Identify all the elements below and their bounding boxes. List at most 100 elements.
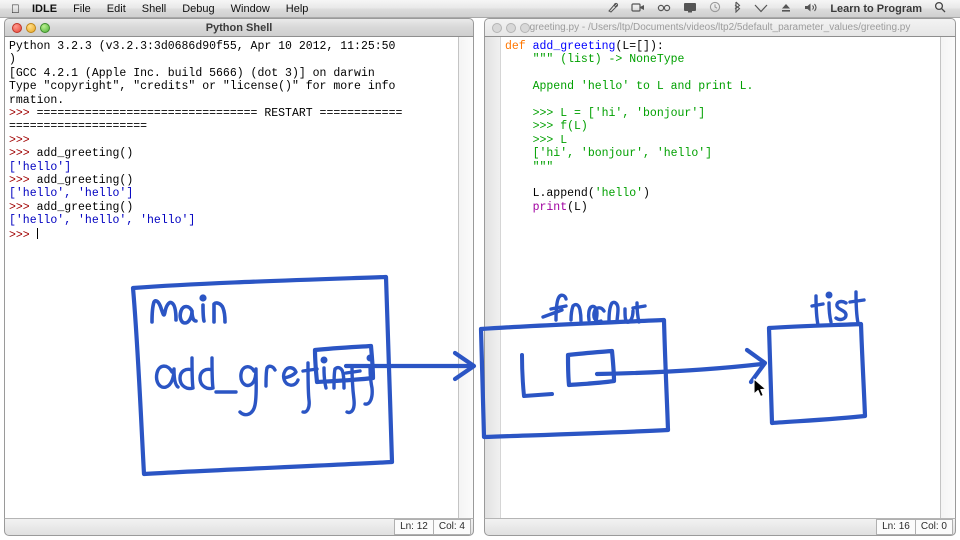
code-line: [GCC 4.2.1 (Apple Inc. build 5666) (dot … bbox=[9, 67, 458, 80]
menu-item-help[interactable]: Help bbox=[278, 3, 317, 15]
code-run: Python 3.2.3 (v3.2.3:3d0686d90f55, Apr 1… bbox=[9, 40, 396, 53]
close-button[interactable] bbox=[12, 22, 22, 33]
code-run: ================================ RESTART… bbox=[36, 107, 403, 121]
code-line: >>> bbox=[9, 227, 458, 242]
code-line: ['hello', 'hello'] bbox=[9, 187, 458, 200]
eject-icon[interactable] bbox=[774, 2, 798, 16]
code-run: ==================== bbox=[9, 120, 148, 134]
code-run: add_greeting() bbox=[36, 147, 134, 161]
menu-item-idle[interactable]: IDLE bbox=[24, 3, 65, 15]
editor-window-controls[interactable] bbox=[492, 22, 530, 33]
code-run: """ (list) -> NoneType bbox=[505, 53, 685, 67]
code-run: add_greeting bbox=[532, 40, 616, 53]
code-line: >>> f(L) bbox=[505, 120, 940, 133]
code-run: Type "copyright", "credits" or "license(… bbox=[9, 80, 396, 94]
minimize-button[interactable] bbox=[26, 22, 36, 33]
shell-col-label: Col: 4 bbox=[432, 519, 471, 535]
code-run: >>> L = ['hi', 'bonjour'] bbox=[505, 107, 706, 121]
code-run: """ bbox=[505, 160, 554, 174]
volume-icon[interactable] bbox=[798, 2, 824, 16]
code-line: L.append('hello') bbox=[505, 187, 940, 200]
editor-window[interactable]: greeting.py - /Users/ltp/Documents/video… bbox=[484, 18, 956, 536]
shell-ln-label: Ln: 12 bbox=[394, 519, 434, 535]
editor-line-col-indicator: Ln: 16 Col: 0 bbox=[876, 519, 953, 535]
shell-body: Python 3.2.3 (v3.2.3:3d0686d90f55, Apr 1… bbox=[4, 37, 474, 518]
menu-item-debug[interactable]: Debug bbox=[174, 3, 222, 15]
code-run: rmation. bbox=[9, 93, 65, 107]
menu-bar-status-items: Learn to Program bbox=[601, 1, 960, 16]
code-line: ['hello'] bbox=[9, 161, 458, 174]
shell-titlebar[interactable]: Python Shell bbox=[4, 18, 474, 37]
code-line: >>> bbox=[9, 134, 458, 147]
editor-titlebar[interactable]: greeting.py - /Users/ltp/Documents/video… bbox=[484, 18, 956, 37]
editor-vertical-scrollbar[interactable] bbox=[940, 37, 955, 518]
editor-window-title: greeting.py - /Users/ltp/Documents/video… bbox=[529, 22, 911, 33]
code-run: >>> bbox=[9, 107, 37, 121]
editor-code-text[interactable]: def add_greeting(L=[]): """ (list) -> No… bbox=[501, 37, 940, 518]
code-run: ) bbox=[9, 53, 16, 67]
bluetooth-icon[interactable] bbox=[727, 1, 748, 16]
code-line: >>> L bbox=[505, 134, 940, 147]
code-line: >>> add_greeting() bbox=[9, 147, 458, 160]
zoom-button[interactable] bbox=[520, 22, 530, 33]
apple-icon[interactable]:  bbox=[11, 3, 20, 15]
code-run: >>> bbox=[9, 174, 37, 188]
code-line: ==================== bbox=[9, 120, 458, 133]
code-run: Append 'hello' to L and print L. bbox=[505, 80, 754, 94]
code-line: >>> add_greeting() bbox=[9, 174, 458, 187]
code-run: ['hello', 'hello', 'hello'] bbox=[9, 214, 196, 228]
pen-icon[interactable] bbox=[601, 2, 625, 16]
display-icon[interactable] bbox=[677, 2, 703, 16]
code-run: add_greeting() bbox=[36, 174, 134, 188]
code-line: Python 3.2.3 (v3.2.3:3d0686d90f55, Apr 1… bbox=[9, 40, 458, 53]
shell-window-title: Python Shell bbox=[205, 21, 273, 34]
code-run: (L=[]): bbox=[615, 40, 664, 53]
shell-output-text[interactable]: Python 3.2.3 (v3.2.3:3d0686d90f55, Apr 1… bbox=[5, 37, 458, 518]
editor-gutter bbox=[485, 37, 501, 518]
wifi-icon[interactable] bbox=[748, 2, 774, 16]
menu-item-window[interactable]: Window bbox=[223, 3, 278, 15]
code-run: >>> bbox=[9, 228, 37, 242]
code-run: >>> f(L) bbox=[505, 120, 588, 134]
menu-item-shell[interactable]: Shell bbox=[134, 3, 174, 15]
code-run: ['hi', 'bonjour', 'hello'] bbox=[505, 147, 713, 161]
menu-item-edit[interactable]: Edit bbox=[99, 3, 134, 15]
code-run: add_greeting() bbox=[36, 200, 134, 214]
shell-window-controls[interactable] bbox=[12, 22, 50, 33]
code-run: L.append( bbox=[505, 187, 595, 201]
code-line: rmation. bbox=[9, 94, 458, 107]
code-run: 'hello' bbox=[594, 187, 644, 201]
code-line: >>> add_greeting() bbox=[9, 201, 458, 214]
screen:  IDLE File Edit Shell Debug Window Help bbox=[0, 0, 960, 540]
menu-item-file[interactable]: File bbox=[65, 3, 99, 15]
text-caret bbox=[36, 227, 38, 239]
editor-ln-label: Ln: 16 bbox=[876, 519, 916, 535]
code-line: print(L) bbox=[505, 201, 940, 214]
clock-icon[interactable] bbox=[703, 1, 727, 16]
editor-statusbar: Ln: 16 Col: 0 bbox=[484, 518, 956, 536]
code-run: (L) bbox=[567, 200, 588, 214]
code-run: print bbox=[505, 200, 568, 214]
code-run: ) bbox=[643, 187, 650, 201]
editor-col-label: Col: 0 bbox=[914, 519, 953, 535]
search-icon[interactable] bbox=[928, 1, 952, 16]
code-run: >>> bbox=[9, 133, 37, 147]
user-menu-label[interactable]: Learn to Program bbox=[824, 3, 928, 15]
screen-recorder-icon[interactable] bbox=[625, 2, 651, 16]
menu-bar:  IDLE File Edit Shell Debug Window Help bbox=[0, 0, 960, 18]
shell-statusbar: Ln: 12 Col: 4 bbox=[4, 518, 474, 536]
code-line: ['hello', 'hello', 'hello'] bbox=[9, 214, 458, 227]
code-line: Append 'hello' to L and print L. bbox=[505, 80, 940, 93]
zoom-button[interactable] bbox=[40, 22, 50, 33]
glasses-icon[interactable] bbox=[651, 2, 677, 16]
editor-body: def add_greeting(L=[]): """ (list) -> No… bbox=[484, 37, 956, 518]
minimize-button[interactable] bbox=[506, 22, 516, 33]
shell-line-col-indicator: Ln: 12 Col: 4 bbox=[394, 519, 471, 535]
code-run: >>> L bbox=[505, 133, 568, 147]
close-button[interactable] bbox=[492, 22, 502, 33]
shell-vertical-scrollbar[interactable] bbox=[458, 37, 473, 518]
python-shell-window[interactable]: Python Shell Python 3.2.3 (v3.2.3:3d0686… bbox=[4, 18, 474, 536]
code-line: Type "copyright", "credits" or "license(… bbox=[9, 80, 458, 93]
